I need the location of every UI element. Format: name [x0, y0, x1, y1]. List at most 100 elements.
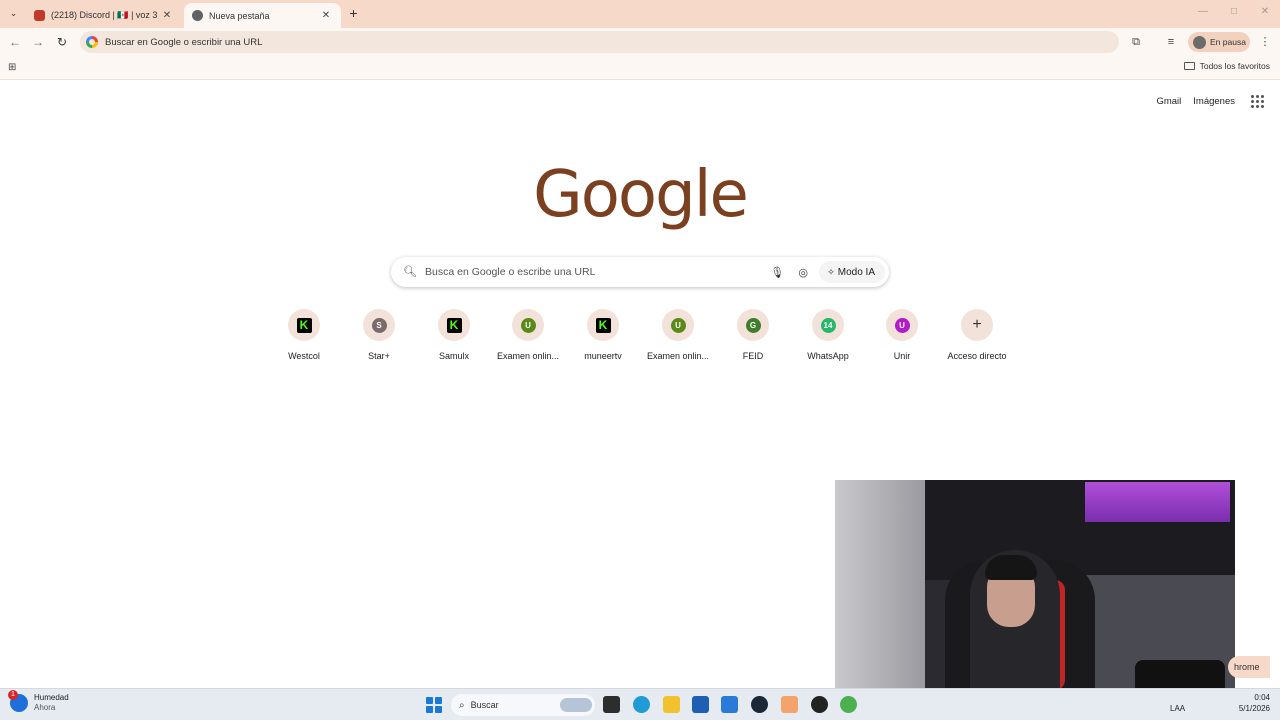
- outlook-icon[interactable]: [721, 696, 738, 713]
- weather-widget[interactable]: 1 Humedad Ahora: [8, 690, 69, 713]
- google-icon: [86, 36, 98, 48]
- clock-date: 5/1/2026: [1238, 704, 1270, 713]
- shortcut-tile[interactable]: U Unir: [865, 309, 939, 361]
- bookmarks-bar: ⊞ Todos los favoritos: [0, 56, 1280, 80]
- store-icon[interactable]: [692, 696, 709, 713]
- taskbar-search-label: Buscar: [470, 700, 499, 710]
- maximize-icon[interactable]: □: [1219, 6, 1249, 17]
- google-lens-icon[interactable]: ◎: [795, 266, 811, 279]
- new-tab-button[interactable]: +: [345, 5, 362, 22]
- chevron-down-icon: ⌄: [9, 8, 18, 18]
- all-favorites-label: Todos los favoritos: [1199, 61, 1270, 71]
- tab-discord[interactable]: (2218) Discord | 🇲🇽 | voz 3 | KT ✕: [26, 3, 182, 28]
- search-box: 🔍︎ 🎙︎ ◎ ✧ Modo IA: [391, 257, 889, 287]
- letter-icon: 14: [820, 317, 836, 333]
- file-explorer-icon[interactable]: [663, 696, 680, 713]
- close-icon[interactable]: ✕: [319, 10, 333, 21]
- chrome-icon[interactable]: [840, 696, 857, 713]
- shortcut-label: Unir: [893, 351, 911, 361]
- tab-title: (2218) Discord | 🇲🇽 | voz 3 | KT: [51, 10, 160, 20]
- shortcut-icon-circle: G: [737, 309, 769, 341]
- task-view-icon[interactable]: [603, 696, 620, 713]
- profile-status: En pausa: [1210, 37, 1246, 47]
- shortcut-label: Westcol: [288, 351, 320, 361]
- clock[interactable]: 0:04 5/1/2026: [1239, 692, 1270, 714]
- menu-icon[interactable]: ⋮: [1257, 34, 1273, 50]
- google-apps-icon[interactable]: [1251, 95, 1264, 108]
- shortcut-icon-circle: U: [662, 309, 694, 341]
- search-highlight-icon: [560, 698, 592, 712]
- shortcut-label: Examen onlin...: [646, 351, 710, 361]
- search-icon: ⌕: [459, 699, 465, 711]
- letter-icon: U: [670, 317, 686, 333]
- letter-icon: U: [520, 317, 536, 333]
- chrome-favicon-icon: [192, 10, 203, 21]
- shortcut-tile[interactable]: U Examen onlin...: [491, 309, 565, 361]
- avatar: [1193, 35, 1206, 49]
- toolbar: ← → ↻ Buscar en Google o escribir una UR…: [0, 28, 1280, 56]
- app-icon[interactable]: [781, 696, 798, 713]
- chrome-toast[interactable]: hrome: [1228, 656, 1270, 678]
- tab-new-tab[interactable]: Nueva pestaña ✕: [184, 3, 341, 28]
- google-logo: Google: [533, 158, 749, 232]
- shortcut-icon-circle: S: [363, 309, 395, 341]
- kick-icon: K: [446, 317, 462, 333]
- taskbar-search[interactable]: ⌕ Buscar: [451, 694, 595, 716]
- search-input[interactable]: [425, 266, 770, 278]
- gmail-link[interactable]: Gmail: [1156, 96, 1181, 107]
- minimize-icon[interactable]: —: [1188, 6, 1218, 17]
- letter-icon: G: [745, 317, 761, 333]
- weather-subtitle: Ahora: [34, 703, 56, 712]
- profile-button[interactable]: En pausa: [1188, 32, 1250, 52]
- tab-title: Nueva pestaña: [209, 10, 270, 21]
- plus-icon: +: [972, 316, 982, 333]
- apps-grid-icon[interactable]: ⊞: [8, 62, 19, 73]
- forward-icon[interactable]: →: [30, 34, 46, 50]
- shortcut-label: Examen onlin...: [496, 351, 560, 361]
- ai-search-icon: ✧: [827, 266, 835, 277]
- address-bar-text: Buscar en Google o escribir una URL: [105, 36, 263, 48]
- shortcut-icon-circle: K: [438, 309, 470, 341]
- address-bar[interactable]: Buscar en Google o escribir una URL: [80, 31, 1119, 53]
- ai-mode-label: Modo IA: [837, 266, 875, 278]
- edge-icon[interactable]: [633, 696, 650, 713]
- language-indicator[interactable]: LAA: [1170, 704, 1185, 713]
- letter-icon: U: [894, 317, 910, 333]
- shortcut-tile[interactable]: + Acceso directo: [940, 309, 1014, 361]
- clock-time: 0:04: [1254, 693, 1270, 702]
- taskbar: 1 Humedad Ahora ⌕ Buscar LAA 0:04 5/1/20…: [0, 688, 1280, 720]
- shortcut-icon-circle: K: [288, 309, 320, 341]
- shortcut-tile[interactable]: G FEID: [716, 309, 790, 361]
- shortcut-tile[interactable]: Kmuneertv: [566, 309, 640, 361]
- all-favorites-button[interactable]: Todos los favoritos: [1183, 61, 1270, 71]
- shortcut-tile[interactable]: S Star+: [342, 309, 416, 361]
- shortcut-label: FEID: [742, 351, 764, 361]
- obs-icon[interactable]: [811, 696, 828, 713]
- shortcut-icon-circle: +: [961, 309, 993, 341]
- shortcut-tile[interactable]: K Samulx: [417, 309, 491, 361]
- shortcut-label: Star+: [368, 351, 390, 361]
- microphone-icon[interactable]: 🎙︎: [769, 266, 785, 279]
- reload-icon[interactable]: ↻: [54, 34, 70, 50]
- tab-search-button[interactable]: ⌄: [5, 5, 22, 22]
- media-control-icon[interactable]: ≡: [1163, 34, 1179, 50]
- header-links: Gmail Imágenes: [1156, 95, 1264, 108]
- tab-strip: ⌄ (2218) Discord | 🇲🇽 | voz 3 | KT ✕ Nue…: [0, 0, 1280, 28]
- shortcut-label: Acceso directo: [947, 351, 1007, 361]
- start-button[interactable]: [426, 697, 442, 713]
- shortcut-tile[interactable]: K Westcol: [267, 309, 341, 361]
- extensions-icon[interactable]: ⧉: [1128, 34, 1144, 50]
- close-icon[interactable]: ✕: [160, 10, 174, 21]
- letter-icon: S: [371, 317, 387, 333]
- folder-icon: [1183, 62, 1195, 70]
- webcam-overlay: [835, 480, 1235, 705]
- shortcut-icon-circle: U: [886, 309, 918, 341]
- shortcut-tile[interactable]: 14 WhatsApp: [791, 309, 865, 361]
- ai-mode-button[interactable]: ✧ Modo IA: [819, 261, 885, 283]
- shortcut-icon-circle: U: [512, 309, 544, 341]
- back-icon[interactable]: ←: [7, 34, 23, 50]
- shortcut-tile[interactable]: U Examen onlin...: [641, 309, 715, 361]
- steam-icon[interactable]: [751, 696, 768, 713]
- window-close-icon[interactable]: ✕: [1250, 6, 1280, 17]
- images-link[interactable]: Imágenes: [1193, 96, 1235, 107]
